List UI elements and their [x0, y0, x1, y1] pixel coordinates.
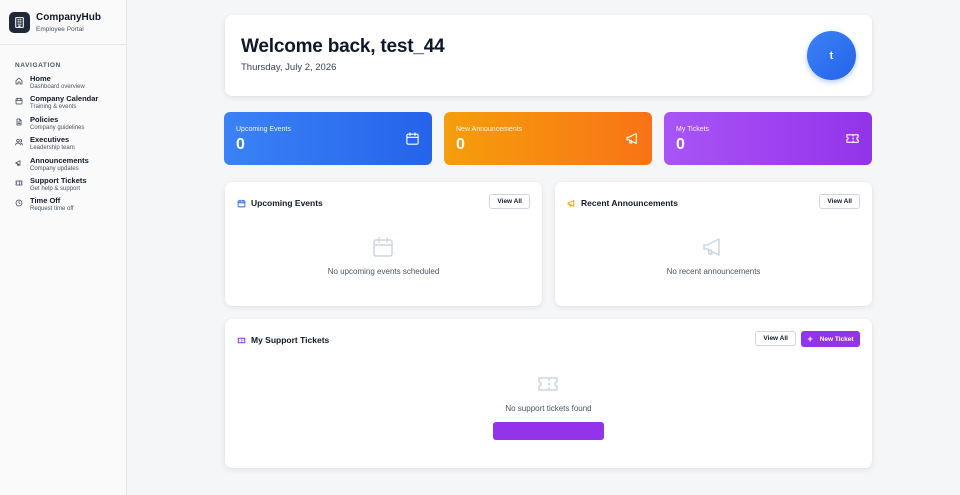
- ticket-icon: [237, 337, 246, 343]
- view-all-tickets-button[interactable]: View All: [755, 331, 796, 346]
- panel-title: My Support Tickets: [237, 335, 329, 345]
- empty-state-text: No recent announcements: [666, 267, 761, 276]
- megaphone-icon: [626, 132, 637, 145]
- current-date: Thursday, July 2, 2026: [241, 62, 337, 73]
- brand[interactable]: CompanyHub Employee Portal: [0, 0, 126, 45]
- plus-icon: +: [807, 333, 813, 344]
- empty-state-text: No support tickets found: [505, 404, 592, 413]
- sidebar-item-policies[interactable]: Policies Company guidelines: [0, 115, 126, 135]
- welcome-card: Welcome back, test_44 Thursday, July 2, …: [225, 15, 872, 96]
- calendar-icon: [406, 132, 419, 145]
- panel-title: Upcoming Events: [237, 198, 323, 208]
- stat-label: New Announcements: [456, 126, 523, 133]
- stat-new-announcements[interactable]: New Announcements 0: [444, 112, 652, 165]
- megaphone-icon: [703, 238, 720, 256]
- users-icon: [15, 139, 23, 146]
- stat-label: Upcoming Events: [236, 126, 291, 133]
- sidebar: CompanyHub Employee Portal NAVIGATION Ho…: [0, 0, 127, 495]
- stat-value: 0: [236, 136, 245, 153]
- clock-icon: [15, 199, 23, 207]
- stat-label: My Tickets: [676, 126, 710, 133]
- sidebar-item-company-calendar[interactable]: Company Calendar Training & events: [0, 94, 126, 114]
- stat-my-tickets[interactable]: My Tickets 0: [664, 112, 872, 165]
- panel-title: Recent Announcements: [567, 198, 678, 208]
- sidebar-item-label: Policies: [30, 114, 59, 124]
- panel-title-text: My Support Tickets: [251, 335, 330, 345]
- upcoming-events-panel: Upcoming Events View All No upcoming eve…: [225, 182, 542, 306]
- stat-value: 0: [676, 136, 685, 153]
- sidebar-item-time-off[interactable]: Time Off Request time off: [0, 196, 126, 216]
- sidebar-item-support-tickets[interactable]: Support Tickets Get help & support: [0, 176, 126, 196]
- brand-subtitle: Employee Portal: [36, 25, 84, 33]
- sidebar-item-label: Announcements: [30, 155, 89, 165]
- nav-heading: NAVIGATION: [15, 62, 61, 69]
- sidebar-item-desc: Training & events: [30, 104, 77, 111]
- sidebar-item-desc: Company updates: [30, 165, 79, 172]
- sidebar-item-desc: Get help & support: [30, 185, 81, 192]
- calendar-icon: [15, 98, 23, 105]
- ticket-icon: [846, 134, 859, 143]
- view-all-events-button[interactable]: View All: [489, 194, 530, 209]
- empty-state-text: No upcoming events scheduled: [327, 267, 440, 276]
- sidebar-item-desc: Dashboard overview: [30, 84, 85, 90]
- sidebar-item-label: Company Calendar: [30, 94, 99, 104]
- sidebar-item-desc: Leadership team: [30, 145, 75, 152]
- megaphone-icon: [567, 199, 575, 207]
- create-ticket-button[interactable]: [493, 422, 604, 440]
- new-ticket-button[interactable]: + New Ticket: [801, 331, 860, 347]
- building-icon: [9, 11, 30, 33]
- document-icon: [16, 118, 22, 126]
- sidebar-item-announcements[interactable]: Announcements Company updates: [0, 156, 126, 176]
- support-tickets-panel: My Support Tickets View All + New Ticket…: [225, 319, 872, 468]
- sidebar-item-label: Time Off: [30, 196, 61, 206]
- view-all-announcements-button[interactable]: View All: [819, 194, 860, 209]
- calendar-icon: [373, 237, 393, 257]
- stat-upcoming-events[interactable]: Upcoming Events 0: [224, 112, 432, 165]
- calendar-icon: [237, 199, 246, 207]
- sidebar-item-desc: Company guidelines: [30, 124, 85, 131]
- stat-value: 0: [456, 136, 465, 153]
- sidebar-item-desc: Request time off: [30, 206, 74, 213]
- panel-title-text: Upcoming Events: [251, 198, 323, 208]
- recent-announcements-panel: Recent Announcements View All No recent …: [555, 182, 872, 306]
- ticket-icon: [538, 377, 558, 391]
- sidebar-item-home[interactable]: Home Dashboard overview: [0, 74, 126, 94]
- sidebar-item-label: Executives: [30, 135, 70, 145]
- ticket-icon: [15, 180, 23, 186]
- home-icon: [15, 77, 23, 85]
- brand-name: CompanyHub: [36, 11, 101, 23]
- new-ticket-label: New Ticket: [819, 335, 854, 343]
- sidebar-item-label: Support Tickets: [30, 175, 87, 185]
- sidebar-item-executives[interactable]: Executives Leadership team: [0, 135, 126, 155]
- avatar[interactable]: t: [807, 31, 856, 80]
- welcome-title: Welcome back, test_44: [241, 36, 445, 57]
- sidebar-item-label: Home: [30, 74, 51, 83]
- megaphone-icon: [15, 159, 21, 166]
- panel-title-text: Recent Announcements: [581, 198, 678, 208]
